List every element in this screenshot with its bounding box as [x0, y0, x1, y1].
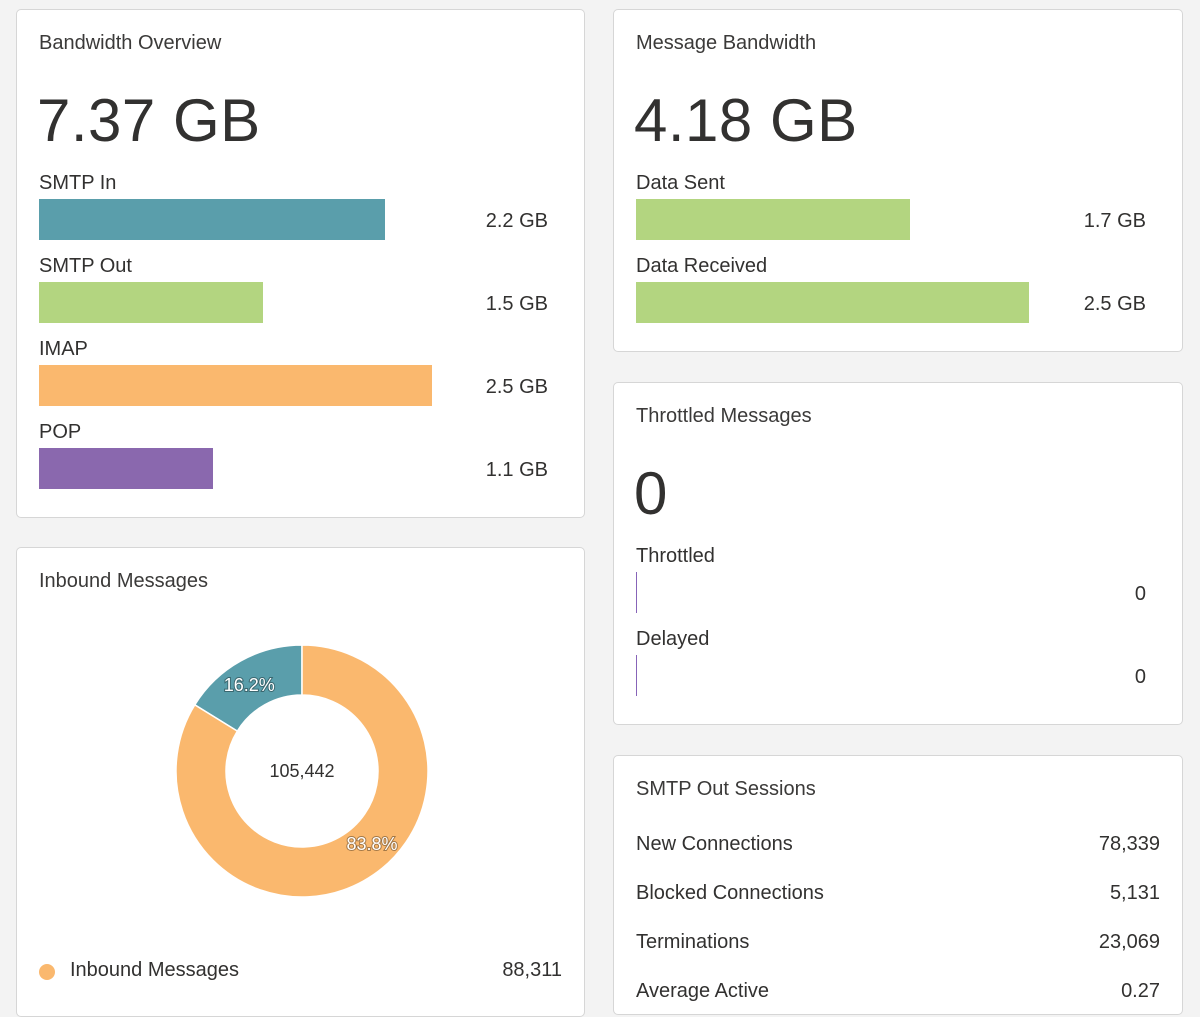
- bar-value: 1.1 GB: [485, 459, 548, 481]
- session-value: 78,339: [1098, 833, 1160, 855]
- bar-data-sent[interactable]: [636, 199, 911, 240]
- bar-value: 1.7 GB: [1083, 210, 1146, 232]
- session-row-terminations: Terminations 23,069: [636, 931, 1160, 961]
- bar-delayed[interactable]: [636, 655, 637, 696]
- session-row-average-active: Average Active 0.27: [636, 980, 1160, 1010]
- throttled-messages-title: Throttled Messages: [636, 405, 812, 427]
- bar-label: IMAP: [39, 338, 88, 360]
- smtp-out-sessions-title: SMTP Out Sessions: [636, 778, 816, 800]
- bar-label: POP: [39, 421, 82, 443]
- session-label: New Connections: [636, 833, 793, 855]
- bar-label: SMTP Out: [39, 255, 132, 277]
- donut-slice-label-1: 83.8%: [346, 834, 397, 854]
- throttled-row-delayed[interactable]: Delayed 0: [636, 628, 1160, 710]
- bar-value: 2.5 GB: [485, 376, 548, 398]
- session-row-blocked-connections: Blocked Connections 5,131: [636, 882, 1160, 912]
- bar-label: Throttled: [636, 545, 715, 567]
- legend-item-inbound-messages[interactable]: Inbound Messages 88,311: [39, 959, 562, 989]
- throttled-messages-total: 0: [634, 460, 668, 527]
- session-value: 23,069: [1098, 931, 1160, 953]
- bandwidth-row-smtp-out[interactable]: SMTP Out 1.5 GB: [39, 255, 562, 337]
- message-row-data-sent[interactable]: Data Sent 1.7 GB: [636, 172, 1160, 254]
- bandwidth-overview-card: Bandwidth Overview 7.37 GB SMTP In 2.2 G…: [16, 9, 585, 518]
- message-bandwidth-total: 4.18 GB: [634, 87, 858, 154]
- legend-dot-icon: [39, 964, 55, 980]
- message-row-data-received[interactable]: Data Received 2.5 GB: [636, 255, 1160, 337]
- bar-label: Data Sent: [636, 172, 725, 194]
- session-label: Terminations: [636, 931, 750, 953]
- inbound-messages-card: Inbound Messages 16.2% 83.8% 105,442 Inbo…: [16, 547, 585, 1017]
- donut-slice-label-0: 16.2%: [224, 675, 275, 695]
- session-value: 5,131: [1109, 882, 1160, 904]
- bar-smtp-in[interactable]: [39, 199, 386, 240]
- message-bandwidth-card: Message Bandwidth 4.18 GB Data Sent 1.7 …: [613, 9, 1183, 352]
- bar-smtp-out[interactable]: [39, 282, 264, 323]
- bandwidth-row-pop[interactable]: POP 1.1 GB: [39, 421, 562, 503]
- bandwidth-row-imap[interactable]: IMAP 2.5 GB: [39, 338, 562, 420]
- session-label: Blocked Connections: [636, 882, 824, 904]
- bar-imap[interactable]: [39, 365, 432, 406]
- bar-label: Delayed: [636, 628, 710, 650]
- bar-data-received[interactable]: [636, 282, 1029, 323]
- bar-throttled[interactable]: [636, 572, 637, 613]
- smtp-out-sessions-card: SMTP Out Sessions New Connections 78,339…: [613, 755, 1183, 1015]
- throttled-row-throttled[interactable]: Throttled 0: [636, 545, 1160, 627]
- bar-value: 0: [1134, 583, 1146, 605]
- bar-label: Data Received: [636, 255, 768, 277]
- session-row-new-connections: New Connections 78,339: [636, 833, 1160, 863]
- donut-center-label: 105,442: [269, 761, 334, 781]
- bar-value: 1.5 GB: [485, 293, 548, 315]
- bandwidth-overview-total: 7.37 GB: [37, 87, 261, 154]
- legend-value: 88,311: [502, 959, 562, 981]
- bandwidth-overview-title: Bandwidth Overview: [39, 32, 222, 54]
- bar-label: SMTP In: [39, 172, 117, 194]
- bar-value: 2.5 GB: [1083, 293, 1146, 315]
- legend-label: Inbound Messages: [70, 959, 240, 981]
- bandwidth-row-smtp-in[interactable]: SMTP In 2.2 GB: [39, 172, 562, 254]
- bar-pop[interactable]: [39, 448, 213, 489]
- bar-value: 0: [1134, 666, 1146, 688]
- bar-value: 2.2 GB: [485, 210, 548, 232]
- inbound-donut-chart: 16.2% 83.8% 105,442: [175, 644, 429, 898]
- throttled-messages-card: Throttled Messages 0 Throttled 0 Delayed…: [613, 382, 1183, 725]
- message-bandwidth-title: Message Bandwidth: [636, 32, 817, 54]
